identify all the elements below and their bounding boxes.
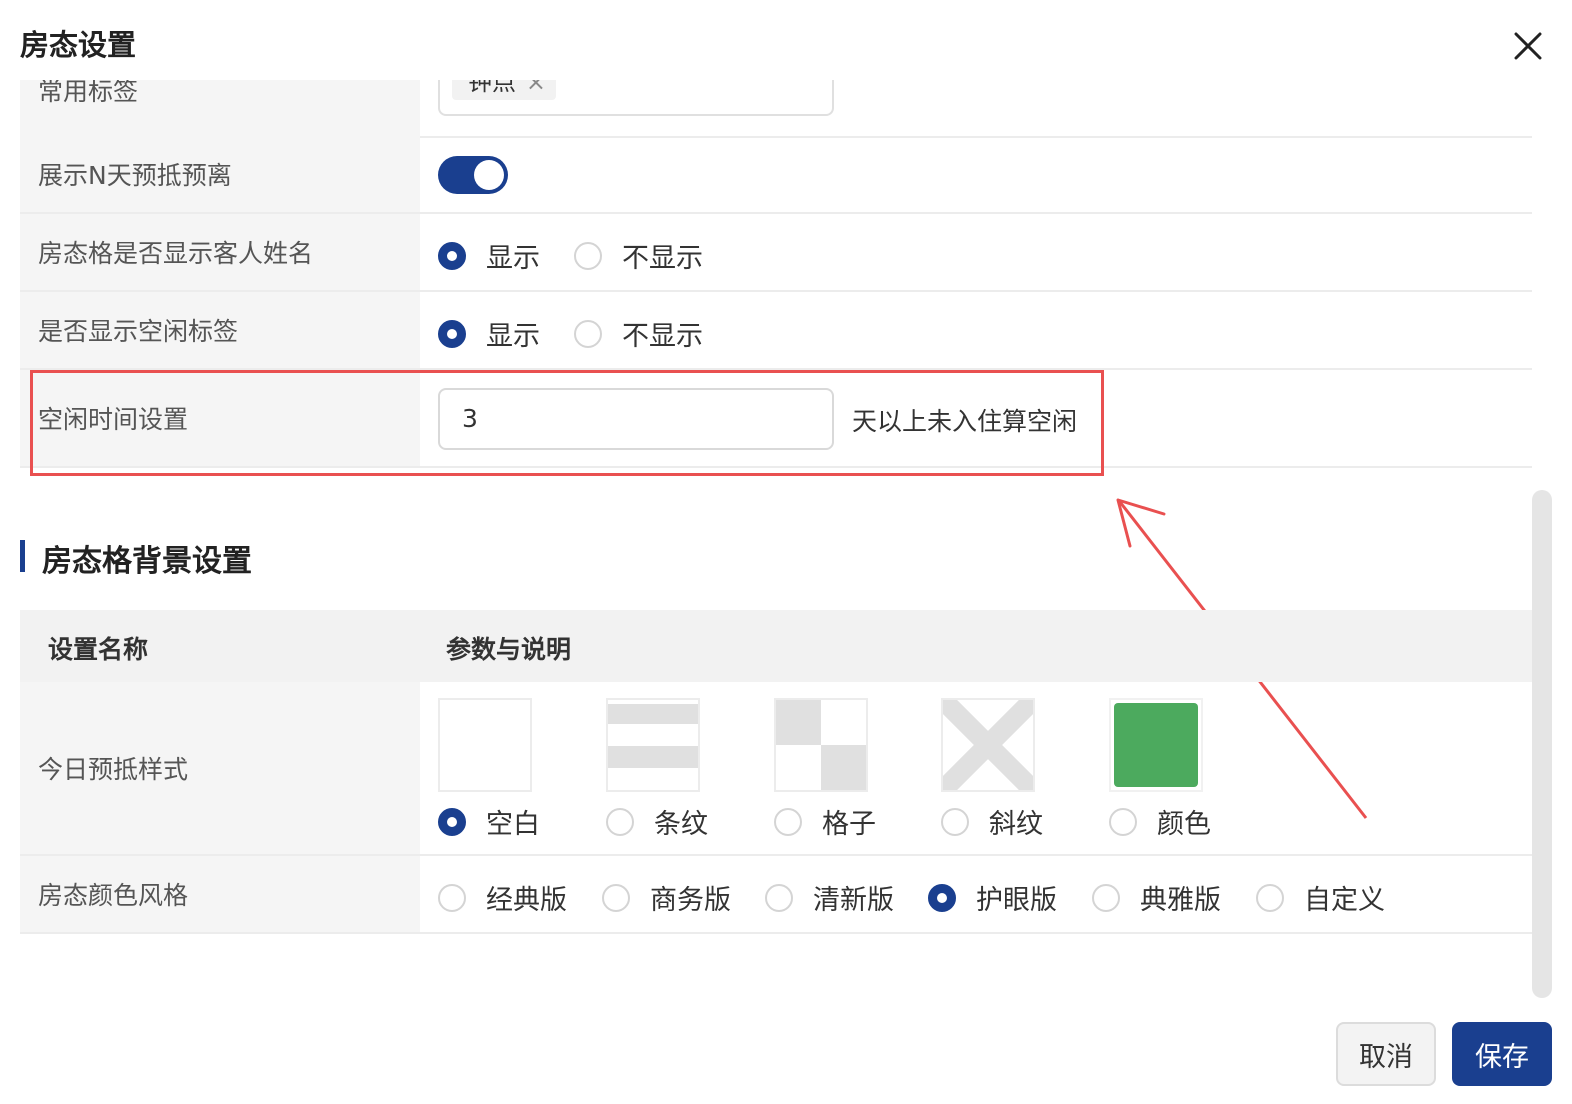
- radio-theme-elegant[interactable]: 典雅版: [1092, 878, 1221, 917]
- radio-circle: [1256, 883, 1284, 912]
- radio-idle-tag-show[interactable]: 显示: [438, 314, 540, 353]
- radio-theme-classic[interactable]: 经典版: [438, 878, 567, 917]
- radio-circle: [574, 319, 602, 348]
- swatch-checker[interactable]: [774, 698, 868, 792]
- radio-circle: [774, 807, 802, 836]
- cancel-button[interactable]: 取消: [1336, 1022, 1436, 1086]
- radio-label: 空白: [486, 809, 540, 840]
- scrollbar[interactable]: [1532, 490, 1552, 998]
- radio-circle: [574, 241, 602, 270]
- chevron-down-icon: [790, 80, 810, 83]
- swatch-stripe[interactable]: [606, 698, 700, 792]
- preview-days-label: 展示N天预抵预离: [38, 161, 232, 190]
- row-idle-tag: 是否显示空闲标签 显示 不显示: [20, 292, 1532, 370]
- row-arrival-style: 今日预抵样式 空白 条纹 格子 斜纹 颜色: [20, 682, 1532, 856]
- preview-days-toggle[interactable]: [438, 156, 508, 194]
- color-fill: [1114, 703, 1198, 787]
- radio-label: 颜色: [1157, 809, 1211, 840]
- close-icon[interactable]: [1508, 26, 1548, 66]
- radio-label: 清新版: [813, 885, 894, 916]
- radio-theme-eyecare[interactable]: 护眼版: [928, 878, 1057, 917]
- radio-label: 显示: [486, 243, 540, 274]
- radio-label: 不显示: [622, 321, 703, 352]
- radio-circle: [438, 883, 466, 912]
- swatch-blank[interactable]: [438, 698, 532, 792]
- radio-theme-custom[interactable]: 自定义: [1256, 878, 1385, 917]
- radio-theme-business[interactable]: 商务版: [602, 878, 731, 917]
- radio-label: 不显示: [622, 243, 703, 274]
- section-accent-bar: [20, 540, 25, 572]
- row-color-style: 房态颜色风格 经典版 商务版 清新版 护眼版 典雅版 自定义: [20, 856, 1532, 934]
- toggle-knob: [474, 160, 504, 190]
- radio-circle: [765, 883, 793, 912]
- radio-style-color[interactable]: 颜色: [1109, 802, 1211, 841]
- radio-guest-name-hide[interactable]: 不显示: [574, 236, 703, 275]
- table-header: 设置名称 参数与说明: [20, 610, 1532, 682]
- tag-close-icon[interactable]: ×: [526, 80, 546, 100]
- radio-circle: [928, 883, 956, 912]
- header-mask: [0, 0, 1500, 80]
- swatch-color[interactable]: [1109, 698, 1203, 792]
- radio-label: 商务版: [650, 885, 731, 916]
- header-param-desc: 参数与说明: [446, 635, 572, 664]
- tags-select[interactable]: 钟点 ×: [438, 80, 834, 116]
- color-style-label: 房态颜色风格: [38, 881, 189, 910]
- guest-name-label: 房态格是否显示客人姓名: [38, 239, 314, 268]
- radio-label: 自定义: [1304, 885, 1385, 916]
- radio-label: 格子: [822, 809, 876, 840]
- swatch-diagonal[interactable]: [941, 698, 1035, 792]
- common-tags-label: 常用标签: [38, 80, 139, 106]
- radio-guest-name-show[interactable]: 显示: [438, 236, 540, 275]
- radio-circle: [438, 319, 466, 348]
- save-button[interactable]: 保存: [1452, 1022, 1552, 1086]
- row-preview-days: 展示N天预抵预离: [20, 136, 1532, 214]
- section-title: 房态格背景设置: [42, 544, 252, 579]
- radio-label: 斜纹: [989, 809, 1043, 840]
- radio-theme-fresh[interactable]: 清新版: [765, 878, 894, 917]
- header-setting-name: 设置名称: [48, 635, 149, 664]
- radio-style-checker[interactable]: 格子: [774, 802, 876, 841]
- radio-circle: [602, 883, 630, 912]
- radio-idle-tag-hide[interactable]: 不显示: [574, 314, 703, 353]
- radio-style-stripe[interactable]: 条纹: [606, 802, 708, 841]
- radio-circle: [606, 807, 634, 836]
- radio-circle: [1109, 807, 1137, 836]
- row-common-tags: 常用标签 钟点 ×: [20, 80, 1532, 138]
- tag-label: 钟点: [468, 80, 516, 96]
- radio-label: 护眼版: [976, 885, 1057, 916]
- radio-style-diagonal[interactable]: 斜纹: [941, 802, 1043, 841]
- radio-circle: [1092, 883, 1120, 912]
- radio-circle: [941, 807, 969, 836]
- radio-label: 典雅版: [1140, 885, 1221, 916]
- idle-tag-label: 是否显示空闲标签: [38, 317, 239, 346]
- row-guest-name: 房态格是否显示客人姓名 显示 不显示: [20, 214, 1532, 292]
- row-label: 常用标签: [20, 80, 420, 136]
- radio-style-blank[interactable]: 空白: [438, 802, 540, 841]
- radio-label: 条纹: [654, 809, 708, 840]
- tag-chip: 钟点 ×: [452, 80, 556, 100]
- radio-circle: [438, 241, 466, 270]
- radio-circle: [438, 807, 466, 836]
- highlight-box: [30, 370, 1104, 476]
- arrival-style-label: 今日预抵样式: [38, 755, 189, 784]
- radio-label: 显示: [486, 321, 540, 352]
- radio-label: 经典版: [486, 885, 567, 916]
